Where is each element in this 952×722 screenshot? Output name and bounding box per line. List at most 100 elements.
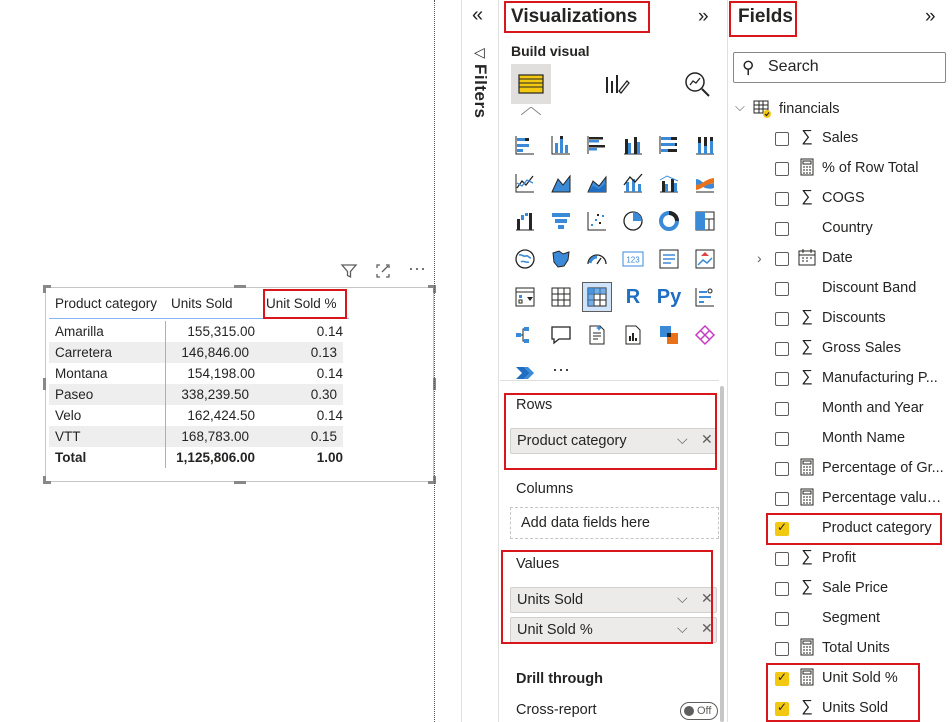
chevron-right-icon[interactable]: ›	[757, 250, 762, 266]
field-item[interactable]: Total Units	[729, 637, 949, 663]
field-item[interactable]: ∑ COGS	[729, 187, 949, 213]
waterfall-chart-icon[interactable]	[512, 208, 538, 234]
multi-row-card-icon[interactable]	[656, 246, 682, 272]
search-field[interactable]: ⚲	[733, 52, 946, 83]
pane-scrollbar[interactable]	[720, 386, 724, 722]
area-chart-icon[interactable]	[548, 170, 574, 196]
resize-handle[interactable]	[234, 481, 246, 484]
field-checkbox[interactable]	[775, 520, 789, 536]
field-checkbox[interactable]	[775, 670, 789, 686]
stacked-column-chart-icon[interactable]	[548, 132, 574, 158]
resize-handle[interactable]	[43, 476, 46, 484]
power-apps-icon[interactable]	[656, 322, 682, 348]
remove-field-icon[interactable]: ✕	[701, 431, 713, 448]
search-input[interactable]	[768, 58, 938, 76]
field-item[interactable]: Country	[729, 217, 949, 243]
field-checkbox[interactable]	[775, 132, 789, 146]
table-row[interactable]: Paseo 338,239.50 0.30	[49, 384, 343, 405]
table-row[interactable]: VTT 168,783.00 0.15	[49, 426, 343, 447]
chevron-down-icon[interactable]: ⌵	[677, 590, 688, 607]
field-checkbox[interactable]	[775, 342, 789, 356]
field-checkbox[interactable]	[775, 252, 789, 266]
more-options-icon[interactable]: ···	[406, 258, 428, 278]
field-checkbox[interactable]	[775, 492, 789, 506]
r-script-visual-icon[interactable]: R	[620, 284, 646, 310]
format-visual-tab[interactable]	[596, 64, 636, 104]
filter-icon[interactable]	[338, 262, 360, 282]
header-units-sold[interactable]: Units Sold	[171, 296, 233, 311]
field-item[interactable]: Month Name	[729, 427, 949, 453]
smart-narrative-icon[interactable]	[584, 322, 610, 348]
key-influencers-icon[interactable]	[692, 284, 718, 310]
gauge-icon[interactable]	[584, 246, 610, 272]
power-automate-arrow-icon[interactable]	[512, 360, 538, 386]
pie-chart-icon[interactable]	[620, 208, 646, 234]
field-item[interactable]: Product category	[729, 517, 949, 543]
100-stacked-column-chart-icon[interactable]	[692, 132, 718, 158]
field-item[interactable]: Percentage value...	[729, 487, 949, 513]
card-icon[interactable]: 123	[620, 246, 646, 272]
rows-field-pill[interactable]: Product category ⌵ ✕	[510, 428, 717, 454]
chevron-down-icon[interactable]: ⌵	[735, 99, 745, 115]
report-canvas[interactable]: ··· Product category Units Sold Unit Sol…	[0, 0, 436, 722]
expand-pane-icon[interactable]: »	[925, 6, 936, 28]
line-chart-icon[interactable]	[512, 170, 538, 196]
field-item[interactable]: ∑ Sale Price	[729, 577, 949, 603]
field-item[interactable]: Percentage of Gr...	[729, 457, 949, 483]
line-and-stacked-column-chart-icon[interactable]	[620, 170, 646, 196]
python-visual-icon[interactable]: Py	[656, 284, 682, 310]
table-row[interactable]: Velo 162,424.50 0.14	[49, 405, 349, 426]
scatter-chart-icon[interactable]	[584, 208, 610, 234]
values-field-pill[interactable]: Units Sold ⌵ ✕	[510, 587, 717, 613]
field-checkbox[interactable]	[775, 552, 789, 566]
field-item[interactable]: ∑ Discounts	[729, 307, 949, 333]
field-checkbox[interactable]	[775, 372, 789, 386]
resize-handle[interactable]	[43, 378, 46, 390]
filters-pane-collapsed[interactable]: « ◁ Filters	[461, 0, 499, 722]
header-product-category[interactable]: Product category	[55, 296, 157, 311]
field-item[interactable]: Month and Year	[729, 397, 949, 423]
field-item[interactable]: Discount Band	[729, 277, 949, 303]
resize-handle[interactable]	[43, 285, 46, 293]
field-item[interactable]: Segment	[729, 607, 949, 633]
table-node-financials[interactable]: ⌵ financials	[729, 99, 949, 121]
total-row[interactable]: Total 1,125,806.00 1.00	[49, 447, 349, 468]
field-item[interactable]: ∑ Manufacturing P...	[729, 367, 949, 393]
100-stacked-bar-chart-icon[interactable]	[656, 132, 682, 158]
collapse-pane-icon[interactable]: «	[472, 4, 483, 27]
columns-drop-zone[interactable]: Add data fields here	[510, 507, 719, 539]
field-checkbox[interactable]	[775, 582, 789, 596]
cross-report-toggle[interactable]: Off	[680, 702, 718, 720]
field-checkbox[interactable]	[775, 282, 789, 296]
ribbon-chart-icon[interactable]	[692, 170, 718, 196]
values-field-pill[interactable]: Unit Sold % ⌵ ✕	[510, 617, 717, 643]
focus-mode-icon[interactable]	[372, 262, 394, 282]
table-row[interactable]: Montana 154,198.00 0.14	[49, 363, 349, 384]
clustered-column-chart-icon[interactable]	[620, 132, 646, 158]
field-item[interactable]: ∑ Sales	[729, 127, 949, 153]
field-checkbox[interactable]	[775, 192, 789, 206]
remove-field-icon[interactable]: ✕	[701, 620, 713, 637]
field-checkbox[interactable]	[775, 612, 789, 626]
more-visuals-icon[interactable]: ···	[548, 356, 574, 382]
qna-icon[interactable]	[548, 322, 574, 348]
build-visual-tab[interactable]	[511, 64, 551, 104]
field-item[interactable]: ∑ Gross Sales	[729, 337, 949, 363]
kpi-icon[interactable]	[692, 246, 718, 272]
resize-handle[interactable]	[234, 285, 246, 288]
field-checkbox[interactable]	[775, 402, 789, 416]
decomposition-tree-icon[interactable]	[512, 322, 538, 348]
filters-label[interactable]: Filters	[470, 64, 490, 119]
paginated-report-icon[interactable]	[620, 322, 646, 348]
filled-map-icon[interactable]	[548, 246, 574, 272]
table-icon[interactable]	[548, 284, 574, 310]
matrix-icon[interactable]	[582, 282, 612, 312]
field-checkbox[interactable]	[775, 462, 789, 476]
expand-pane-icon[interactable]: »	[698, 6, 709, 28]
chevron-down-icon[interactable]: ⌵	[677, 431, 688, 448]
header-unit-sold-pct[interactable]: Unit Sold %	[266, 296, 337, 311]
analytics-tab[interactable]	[677, 64, 717, 104]
field-checkbox[interactable]	[775, 312, 789, 326]
clustered-bar-chart-icon[interactable]	[584, 132, 610, 158]
treemap-icon[interactable]	[692, 208, 718, 234]
